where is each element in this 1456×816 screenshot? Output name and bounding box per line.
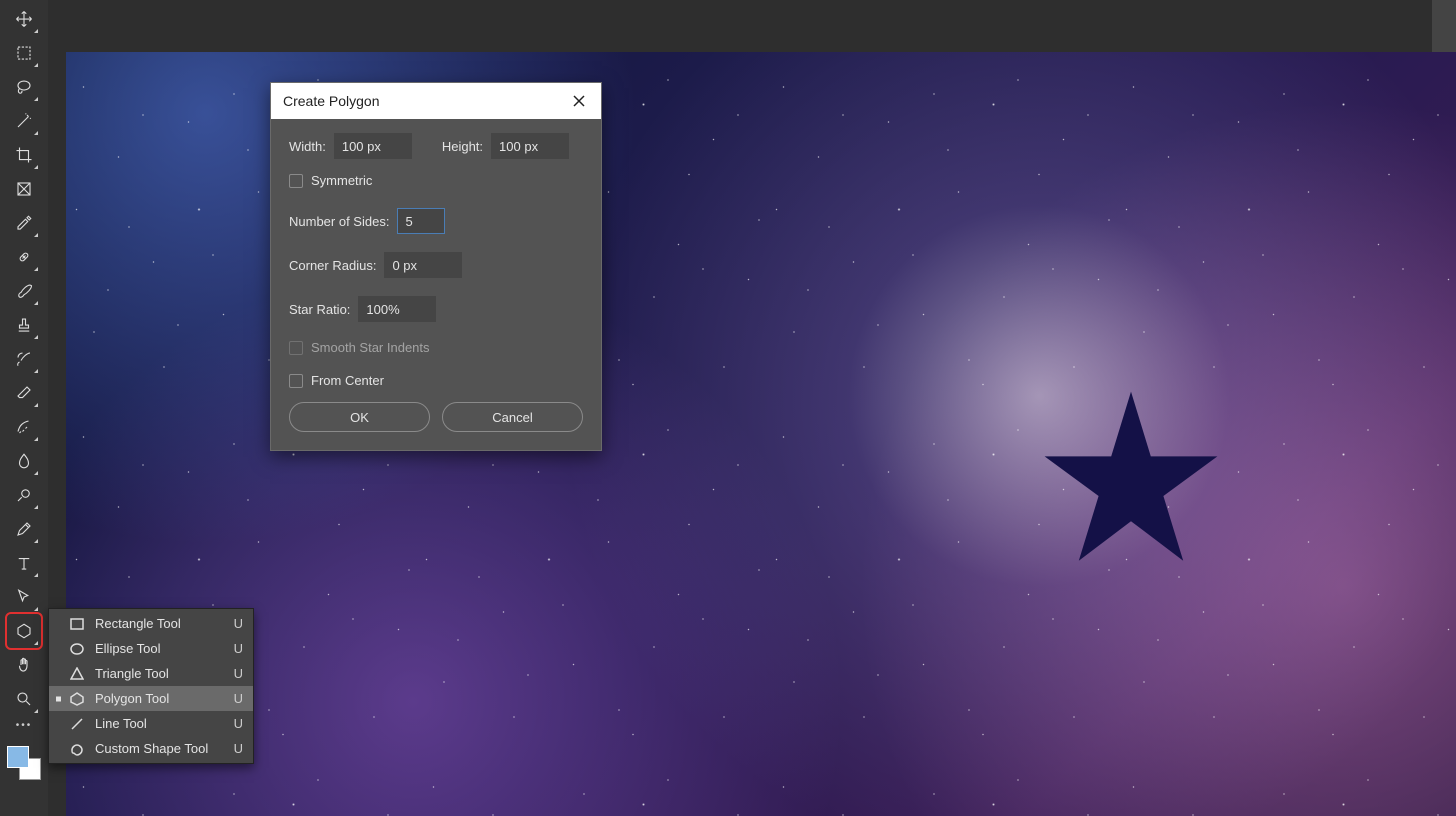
flyout-rectangle-tool[interactable]: Rectangle Tool U bbox=[49, 611, 253, 636]
custom-shape-icon bbox=[69, 741, 85, 757]
polygon-icon bbox=[69, 691, 85, 707]
dialog-title: Create Polygon bbox=[283, 93, 380, 109]
flyout-shortcut: U bbox=[234, 641, 243, 656]
flyout-label: Custom Shape Tool bbox=[95, 741, 224, 756]
magic-wand-tool[interactable] bbox=[9, 106, 39, 136]
flyout-label: Triangle Tool bbox=[95, 666, 224, 681]
shape-tool[interactable] bbox=[9, 616, 39, 646]
flyout-label: Line Tool bbox=[95, 716, 224, 731]
symmetric-checkbox[interactable] bbox=[289, 174, 303, 188]
flyout-custom-shape-tool[interactable]: Custom Shape Tool U bbox=[49, 736, 253, 761]
stamp-tool[interactable] bbox=[9, 310, 39, 340]
dialog-titlebar[interactable]: Create Polygon bbox=[271, 83, 601, 119]
brush-tool[interactable] bbox=[9, 276, 39, 306]
star-ratio-input[interactable] bbox=[358, 296, 436, 322]
flyout-shortcut: U bbox=[234, 691, 243, 706]
type-tool[interactable] bbox=[9, 548, 39, 578]
frame-tool[interactable] bbox=[9, 174, 39, 204]
move-tool[interactable] bbox=[9, 4, 39, 34]
crop-tool[interactable] bbox=[9, 140, 39, 170]
flyout-line-tool[interactable]: Line Tool U bbox=[49, 711, 253, 736]
eraser-tool[interactable] bbox=[9, 378, 39, 408]
eyedropper-tool[interactable] bbox=[9, 208, 39, 238]
flyout-triangle-tool[interactable]: Triangle Tool U bbox=[49, 661, 253, 686]
smooth-indents-label: Smooth Star Indents bbox=[311, 340, 430, 355]
smooth-indents-checkbox bbox=[289, 341, 303, 355]
star-ratio-label: Star Ratio: bbox=[289, 302, 350, 317]
corner-radius-input[interactable] bbox=[384, 252, 462, 278]
from-center-label: From Center bbox=[311, 373, 384, 388]
flyout-ellipse-tool[interactable]: Ellipse Tool U bbox=[49, 636, 253, 661]
marquee-tool[interactable] bbox=[9, 38, 39, 68]
flyout-label: Polygon Tool bbox=[95, 691, 224, 706]
corner-radius-label: Corner Radius: bbox=[289, 258, 376, 273]
height-label: Height: bbox=[442, 139, 483, 154]
height-input[interactable] bbox=[491, 133, 569, 159]
triangle-icon bbox=[69, 666, 85, 682]
pen-tool[interactable] bbox=[9, 514, 39, 544]
flyout-shortcut: U bbox=[234, 741, 243, 756]
lasso-tool[interactable] bbox=[9, 72, 39, 102]
flyout-shortcut: U bbox=[234, 716, 243, 731]
sides-label: Number of Sides: bbox=[289, 214, 389, 229]
dodge-tool[interactable] bbox=[9, 480, 39, 510]
width-label: Width: bbox=[289, 139, 326, 154]
color-swatches[interactable] bbox=[7, 746, 41, 780]
drawn-star-shape[interactable] bbox=[1041, 388, 1221, 568]
sides-input[interactable] bbox=[397, 208, 445, 234]
zoom-tool[interactable] bbox=[9, 684, 39, 714]
symmetric-label: Symmetric bbox=[311, 173, 372, 188]
history-brush-tool[interactable] bbox=[9, 344, 39, 374]
flyout-label: Ellipse Tool bbox=[95, 641, 224, 656]
blur-tool[interactable] bbox=[9, 446, 39, 476]
flyout-label: Rectangle Tool bbox=[95, 616, 224, 631]
ok-button[interactable]: OK bbox=[289, 402, 430, 432]
hand-tool[interactable] bbox=[9, 650, 39, 680]
gradient-tool[interactable] bbox=[9, 412, 39, 442]
right-panel-edge bbox=[1432, 0, 1456, 52]
rectangle-icon bbox=[69, 616, 85, 632]
create-polygon-dialog: Create Polygon Width: Height: Symmetric … bbox=[270, 82, 602, 451]
tools-panel: ••• bbox=[0, 0, 48, 816]
shape-tool-flyout: Rectangle Tool U Ellipse Tool U Triangle… bbox=[48, 608, 254, 764]
from-center-checkbox[interactable] bbox=[289, 374, 303, 388]
flyout-shortcut: U bbox=[234, 666, 243, 681]
flyout-shortcut: U bbox=[234, 616, 243, 631]
line-icon bbox=[69, 716, 85, 732]
flyout-polygon-tool[interactable]: Polygon Tool U bbox=[49, 686, 253, 711]
cancel-button[interactable]: Cancel bbox=[442, 402, 583, 432]
path-select-tool[interactable] bbox=[9, 582, 39, 612]
top-bar bbox=[48, 0, 1456, 52]
foreground-color-swatch[interactable] bbox=[7, 746, 29, 768]
close-button[interactable] bbox=[567, 89, 591, 113]
width-input[interactable] bbox=[334, 133, 412, 159]
healing-tool[interactable] bbox=[9, 242, 39, 272]
ellipse-icon bbox=[69, 641, 85, 657]
more-tools[interactable]: ••• bbox=[16, 716, 33, 736]
